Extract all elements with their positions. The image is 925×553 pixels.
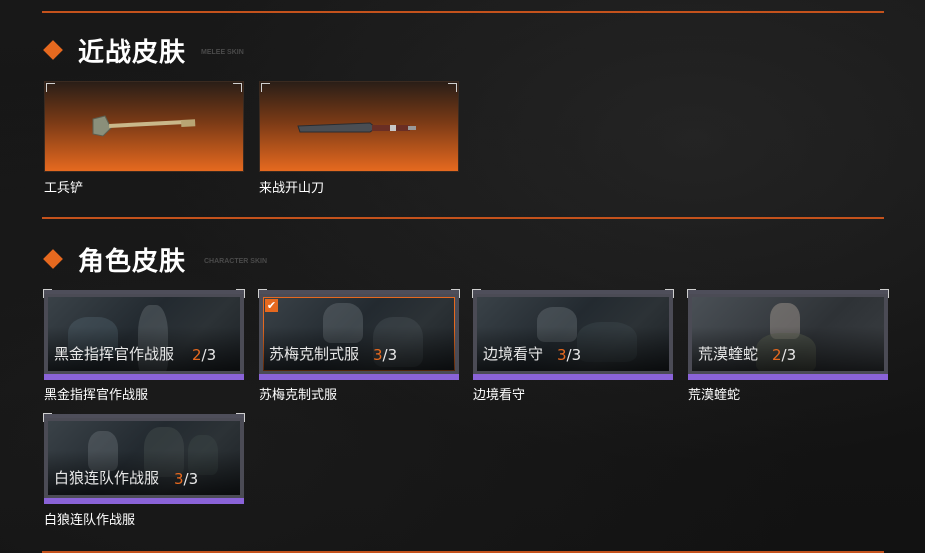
card-skin-name: 黑金指挥官作战服	[54, 345, 175, 363]
card-skin-name: 荒漠蝰蛇	[698, 345, 759, 363]
card-skin-name: 边境看守	[483, 345, 544, 363]
character-item-label: 苏梅克制式服	[259, 388, 338, 403]
collection-count: 3/3	[557, 346, 582, 364]
character-item-label: 白狼连队作战服	[44, 513, 136, 528]
character-section-header: 角色皮肤 CHARACTER SKIN	[43, 242, 306, 278]
character-skin-card[interactable]: ✔ 苏梅克制式服 3/3	[258, 289, 460, 380]
melee-section-header: 近战皮肤 MELEE SKIN	[43, 33, 286, 69]
shovel-icon	[92, 115, 196, 137]
collection-count: 2/3	[772, 346, 797, 364]
collection-count: 3/3	[373, 346, 398, 364]
collection-count: 2/3	[192, 346, 217, 364]
character-item-label: 边境看守	[473, 388, 526, 403]
melee-item-label: 来战开山刀	[259, 181, 325, 196]
section-title: 近战皮肤	[78, 38, 187, 68]
character-skin-card[interactable]: 边境看守 3/3	[472, 289, 674, 380]
middle-divider	[42, 217, 884, 219]
collection-count: 3/3	[174, 470, 199, 488]
character-skin-card[interactable]: 白狼连队作战服 3/3	[43, 413, 245, 504]
section-title: 角色皮肤	[78, 247, 187, 277]
section-subtitle: MELEE SKIN	[201, 49, 244, 56]
melee-item-label: 工兵铲	[44, 181, 84, 196]
machete-icon	[297, 122, 416, 133]
diamond-bullet-icon	[43, 249, 63, 269]
top-divider	[42, 11, 884, 13]
character-item-label: 黑金指挥官作战服	[44, 388, 149, 403]
card-skin-name: 白狼连队作战服	[54, 469, 160, 487]
card-skin-name: 苏梅克制式服	[269, 345, 360, 363]
diamond-bullet-icon	[43, 40, 63, 60]
character-item-label: 荒漠蝰蛇	[688, 388, 741, 403]
character-skin-card[interactable]: 黑金指挥官作战服 2/3	[43, 289, 245, 380]
selected-check-icon[interactable]: ✔	[265, 299, 278, 312]
character-skin-card[interactable]: 荒漠蝰蛇 2/3	[687, 289, 889, 380]
melee-skin-card-machete[interactable]	[259, 81, 459, 172]
section-subtitle: CHARACTER SKIN	[204, 258, 267, 265]
melee-skin-card-shovel[interactable]	[44, 81, 244, 172]
